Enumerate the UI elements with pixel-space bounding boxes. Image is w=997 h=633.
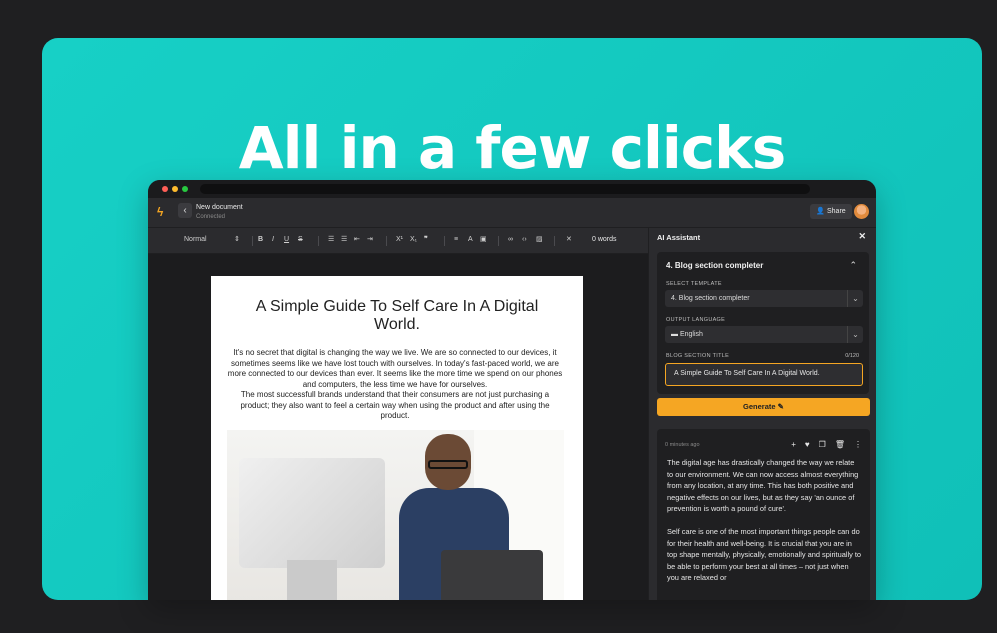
user-plus-icon: 👤	[816, 208, 826, 215]
document-title[interactable]: A Simple Guide To Self Care In A Digital…	[231, 298, 563, 334]
document-status: Connected	[196, 214, 226, 220]
back-button[interactable]: ‹	[178, 203, 192, 218]
laptop-shape	[441, 550, 543, 600]
app-window: ϟ ‹ New document Connected 👤 Share Norma…	[148, 180, 876, 600]
generate-button[interactable]: Generate ✎	[657, 398, 870, 416]
highlight-icon[interactable]: ▣	[480, 235, 487, 245]
maximize-dot-icon[interactable]	[182, 186, 188, 192]
monitor-stand-shape	[287, 560, 337, 600]
divider	[386, 236, 387, 246]
divider	[444, 236, 445, 246]
result-text[interactable]: The digital age has drastically changed …	[667, 457, 862, 595]
underline-button[interactable]: U	[284, 235, 289, 245]
document-name[interactable]: New document	[196, 204, 243, 211]
superscript-button[interactable]: X¹	[396, 235, 403, 245]
trash-icon[interactable]: 🗑	[835, 440, 845, 449]
chevron-updown-icon[interactable]: ⇕	[234, 235, 240, 245]
result-paragraph: Self care is one of the most important t…	[667, 526, 862, 583]
logo-icon: ϟ	[157, 205, 164, 219]
divider	[252, 236, 253, 246]
generate-label: Generate	[743, 402, 776, 411]
divider	[554, 236, 555, 246]
clear-format-icon[interactable]: ✕	[566, 235, 572, 245]
magic-wand-icon: ✎	[777, 402, 784, 411]
monitor-shape	[239, 458, 385, 568]
ordered-list-icon[interactable]: ☰	[328, 235, 334, 245]
divider	[498, 236, 499, 246]
ai-panel-title: AI Assistant	[657, 233, 701, 242]
template-select[interactable]: 4. Blog section completer ⌄	[665, 290, 863, 307]
select-template-label: SELECT TEMPLATE	[666, 281, 722, 287]
share-button[interactable]: 👤 Share	[810, 204, 852, 219]
close-icon[interactable]: ✕	[858, 231, 866, 242]
bold-button[interactable]: B	[258, 235, 263, 245]
result-card: 0 minutes ago + ♥ ❐ 🗑 ⋮ The digital age …	[657, 429, 870, 600]
language-select-value: English	[679, 331, 703, 338]
editor-toolbar: Normal ⇕ B I U S ☰ ☰ ⇤ ⇥ X¹ X₁ ❞ ≡ A ▣ ∞…	[148, 228, 648, 254]
divider	[318, 236, 319, 246]
app-header: ϟ ‹ New document Connected 👤 Share	[148, 198, 876, 228]
chevron-left-icon: ‹	[183, 205, 187, 216]
plus-icon[interactable]: +	[791, 440, 796, 449]
browser-titlebar	[148, 180, 876, 198]
editor-area: A Simple Guide To Self Care In A Digital…	[148, 254, 648, 600]
document-paragraph[interactable]: The most successfull brands understand t…	[227, 390, 563, 422]
code-icon[interactable]: ‹›	[522, 235, 527, 245]
template-title[interactable]: 4. Blog section completer	[666, 261, 763, 270]
chevron-up-icon[interactable]: ⌃	[849, 260, 857, 271]
indent-icon[interactable]: ⇥	[367, 235, 373, 245]
template-select-value: 4. Blog section completer	[671, 295, 750, 302]
avatar[interactable]	[854, 204, 869, 219]
text-color-icon[interactable]: A	[468, 235, 473, 245]
result-timestamp: 0 minutes ago	[665, 442, 700, 448]
subscript-button[interactable]: X₁	[410, 235, 417, 245]
section-title-input[interactable]: A Simple Guide To Self Care In A Digital…	[665, 363, 863, 386]
more-icon[interactable]: ⋮	[854, 440, 862, 449]
close-dot-icon[interactable]	[162, 186, 168, 192]
result-paragraph: The digital age has drastically changed …	[667, 458, 859, 514]
link-icon[interactable]: ∞	[508, 235, 513, 245]
result-actions: + ♥ ❐ 🗑 ⋮	[791, 440, 862, 449]
outdent-icon[interactable]: ⇤	[354, 235, 360, 245]
copy-icon[interactable]: ❐	[819, 440, 826, 449]
hero-headline: All in a few clicks	[238, 114, 787, 182]
template-card: 4. Blog section completer ⌃ SELECT TEMPL…	[657, 252, 869, 394]
output-language-label: OUTPUT LANGUAGE	[666, 317, 726, 323]
ai-assistant-panel: AI Assistant ✕ 4. Blog section completer…	[648, 228, 876, 600]
flag-icon: ▬	[671, 331, 678, 338]
language-select[interactable]: ▬ English ⌄	[665, 326, 863, 343]
character-counter: 0/120	[845, 353, 859, 359]
document-paragraph[interactable]: It's no secret that digital is changing …	[227, 348, 563, 390]
bullet-list-icon[interactable]: ☰	[341, 235, 347, 245]
strikethrough-button[interactable]: S	[298, 235, 303, 245]
chevron-down-icon: ⌄	[847, 326, 863, 343]
minimize-dot-icon[interactable]	[172, 186, 178, 192]
style-select[interactable]: Normal	[184, 235, 207, 245]
glasses-shape	[428, 460, 468, 469]
word-count: 0 words	[592, 236, 617, 243]
chevron-down-icon: ⌄	[847, 290, 863, 307]
align-icon[interactable]: ≡	[454, 235, 458, 245]
image-icon[interactable]: ▨	[536, 235, 543, 245]
quote-icon[interactable]: ❞	[424, 235, 428, 245]
address-bar[interactable]	[200, 184, 810, 194]
italic-button[interactable]: I	[272, 235, 274, 245]
heart-icon[interactable]: ♥	[805, 440, 810, 449]
document-image[interactable]	[227, 430, 564, 600]
section-title-label: BLOG SECTION TITLE	[666, 353, 730, 359]
share-label: Share	[826, 208, 846, 215]
document-page[interactable]: A Simple Guide To Self Care In A Digital…	[211, 276, 583, 600]
